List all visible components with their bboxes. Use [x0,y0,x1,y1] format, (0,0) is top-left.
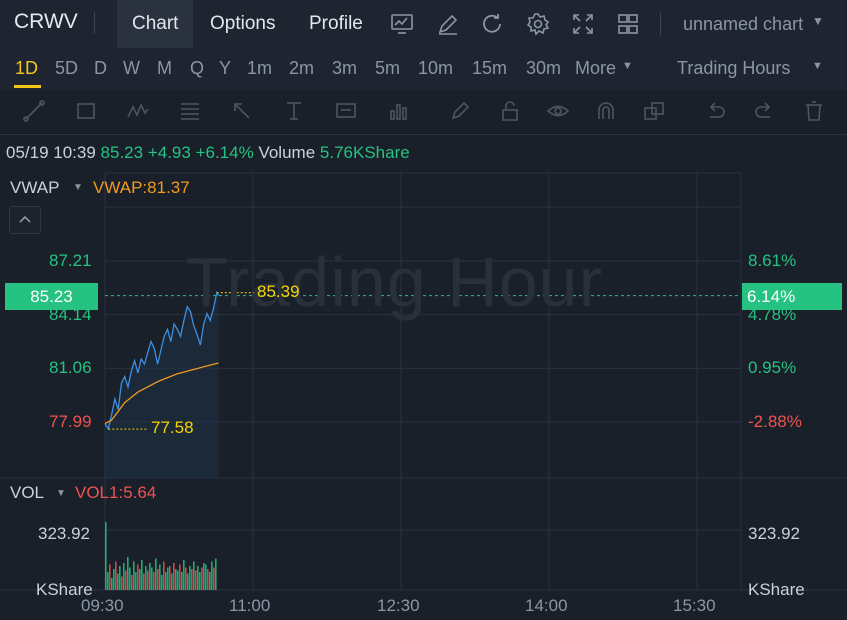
low-marker-label: 77.58 [151,418,194,438]
volume-bar [193,561,195,590]
volume-bar [161,575,163,590]
volume-unit-label-right: KShare [748,580,805,599]
volume-bar [175,569,177,590]
watermark-text: Trading Hour [185,243,603,321]
volume-max-label: 323.92 [38,524,90,543]
volume-bar [167,567,169,590]
volume-bar [137,564,139,590]
volume-bar [123,563,125,590]
indicator-name[interactable]: VWAP [10,178,59,198]
volume-bar [187,573,189,590]
volume-bar [115,561,117,590]
volume-bar [173,563,175,590]
volume-bar [111,578,113,590]
volume-bar [171,573,173,590]
volume-bar [215,558,217,590]
pct-tick-label: -2.88% [748,412,802,431]
volume-bar [165,572,167,590]
price-tick-label: 87.21 [49,251,92,270]
volume-bar [157,569,159,590]
time-tick-label: 15:30 [673,596,716,615]
volume-bar [163,561,165,590]
volume-bar [121,576,123,590]
volume-bar [179,564,181,590]
volume-bar [159,564,161,590]
volume-bar [141,560,143,590]
volume-bar [207,569,209,590]
volume-bar [109,564,111,590]
price-tick-label: 81.06 [49,358,92,378]
pct-tick-label: 0.95% [748,358,797,378]
volume-bar [119,566,121,590]
volume-bar [151,567,153,590]
chevron-up-icon [19,215,31,223]
caret-down-icon[interactable]: ▼ [56,488,66,499]
volume-bar [129,567,131,590]
volume-bar [169,566,171,590]
volume-bar [177,570,179,590]
volume-bar [195,570,197,590]
time-tick-label: 11:00 [229,596,271,615]
collapse-button[interactable] [9,206,41,234]
volume-bar [153,572,155,590]
volume-bar [203,563,205,590]
time-tick-label: 12:30 [377,596,420,615]
volume-bar [181,572,183,590]
pct-tick-label: 8.61% [748,251,797,270]
time-tick-label: 09:30 [81,596,124,615]
volume-bar [189,566,191,590]
indicator-value: VWAP:81.37 [93,178,190,197]
current-pct-badge: 6.14% [742,282,842,310]
volume-bar [205,564,207,590]
high-marker-label: 85.39 [257,281,300,301]
volume-bar [149,563,151,590]
volume-bar [107,572,109,590]
volume-bar [183,560,185,590]
volume-bar [135,572,137,590]
volume-bar [143,573,145,590]
volume-max-label-right: 323.92 [748,524,800,543]
price-tick-label: 77.99 [49,412,92,431]
volume-bar [197,566,199,590]
volume-bar [127,557,129,590]
volume-bar [155,558,157,590]
volume-bar [209,572,211,590]
volume-bar [199,572,201,590]
current-price-badge: 85.23 [5,282,98,310]
volume-bar [201,567,203,590]
volume-bar [105,522,107,590]
volume-bar [113,569,115,590]
volume-bar [185,567,187,590]
volume-indicator-name[interactable]: VOL [10,483,44,503]
volume-bar [133,561,135,590]
volume-bar [147,570,149,590]
volume-bar [211,561,213,590]
volume-bar [117,573,119,590]
volume-bar [139,569,141,590]
volume-bar [191,569,193,590]
caret-down-icon[interactable]: ▼ [73,182,83,193]
volume-indicator-value: VOL1:5.64 [75,483,157,502]
volume-bar [145,566,147,590]
volume-bar [213,567,215,590]
volume-bar [131,575,133,590]
time-tick-label: 14:00 [525,596,568,615]
volume-bar [125,570,127,590]
